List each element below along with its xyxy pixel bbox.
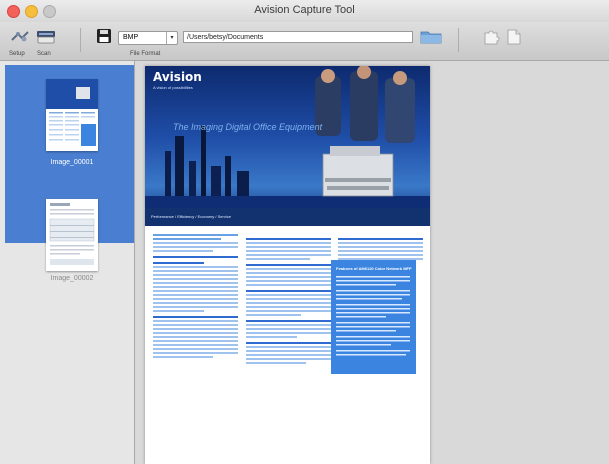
toolbar: Setup Scan BMP ▾ File Format /Users/bets… <box>0 22 609 61</box>
scanned-document-preview[interactable]: Avision A vision of possibilities The Im… <box>145 66 430 464</box>
puzzle-button[interactable] <box>482 28 500 51</box>
app-window: Avision Capture Tool Setup Scan BMP ▾ Fi… <box>0 0 609 464</box>
file-format-value: BMP <box>123 34 139 41</box>
feature-text-lines <box>336 276 410 356</box>
save-path-field[interactable]: /Users/betsy/Documents <box>183 31 413 43</box>
toolbar-separator <box>80 28 81 52</box>
window-title: Avision Capture Tool <box>254 4 355 16</box>
setup-label: Setup <box>9 51 25 57</box>
document-brand-tagline: A vision of possibilities <box>153 85 193 90</box>
city-skyline-graphic <box>145 66 430 226</box>
document-feature-box: Features of AM6120 Color Network MFP <box>331 260 416 374</box>
preview-area: Avision A vision of possibilities The Im… <box>135 61 609 464</box>
floppy-disk-icon <box>97 29 111 43</box>
folder-icon <box>420 31 442 44</box>
file-format-label: File Format <box>130 51 161 57</box>
document-hero-banner: Avision A vision of possibilities The Im… <box>145 66 430 226</box>
scanner-icon <box>37 31 55 44</box>
thumbnail-image-00001[interactable] <box>46 79 98 151</box>
thumbnail-sidebar: Image_00001 Image_00002 <box>0 61 135 464</box>
scan-label: Scan <box>37 51 51 57</box>
puzzle-icon <box>484 30 500 45</box>
document-tagline: Performance / Efficiency / Economy / Ser… <box>151 214 231 219</box>
document-headline: The Imaging Digital Office Equipment <box>173 122 323 132</box>
document-brand: Avision <box>153 70 202 84</box>
document-column <box>246 234 331 366</box>
thumbnail-label: Image_00001 <box>50 159 94 166</box>
title-bar: Avision Capture Tool <box>0 0 609 23</box>
document-thumbnail-graphic <box>49 203 95 265</box>
scan-button[interactable] <box>36 28 56 51</box>
browse-folder-button[interactable] <box>420 29 442 49</box>
save-button[interactable] <box>96 28 112 49</box>
chevron-down-icon: ▾ <box>166 32 177 44</box>
page-icon <box>507 29 521 45</box>
document-column <box>153 234 238 360</box>
thumbnail-image-00002[interactable] <box>46 199 98 271</box>
document-thumbnail-graphic <box>46 79 98 146</box>
page-button[interactable] <box>506 28 522 51</box>
thumbnail-label: Image_00002 <box>50 275 94 282</box>
toolbar-separator <box>458 28 459 52</box>
setup-button[interactable] <box>10 28 32 51</box>
file-format-select[interactable]: BMP ▾ <box>118 31 178 45</box>
setup-icon <box>11 31 29 42</box>
